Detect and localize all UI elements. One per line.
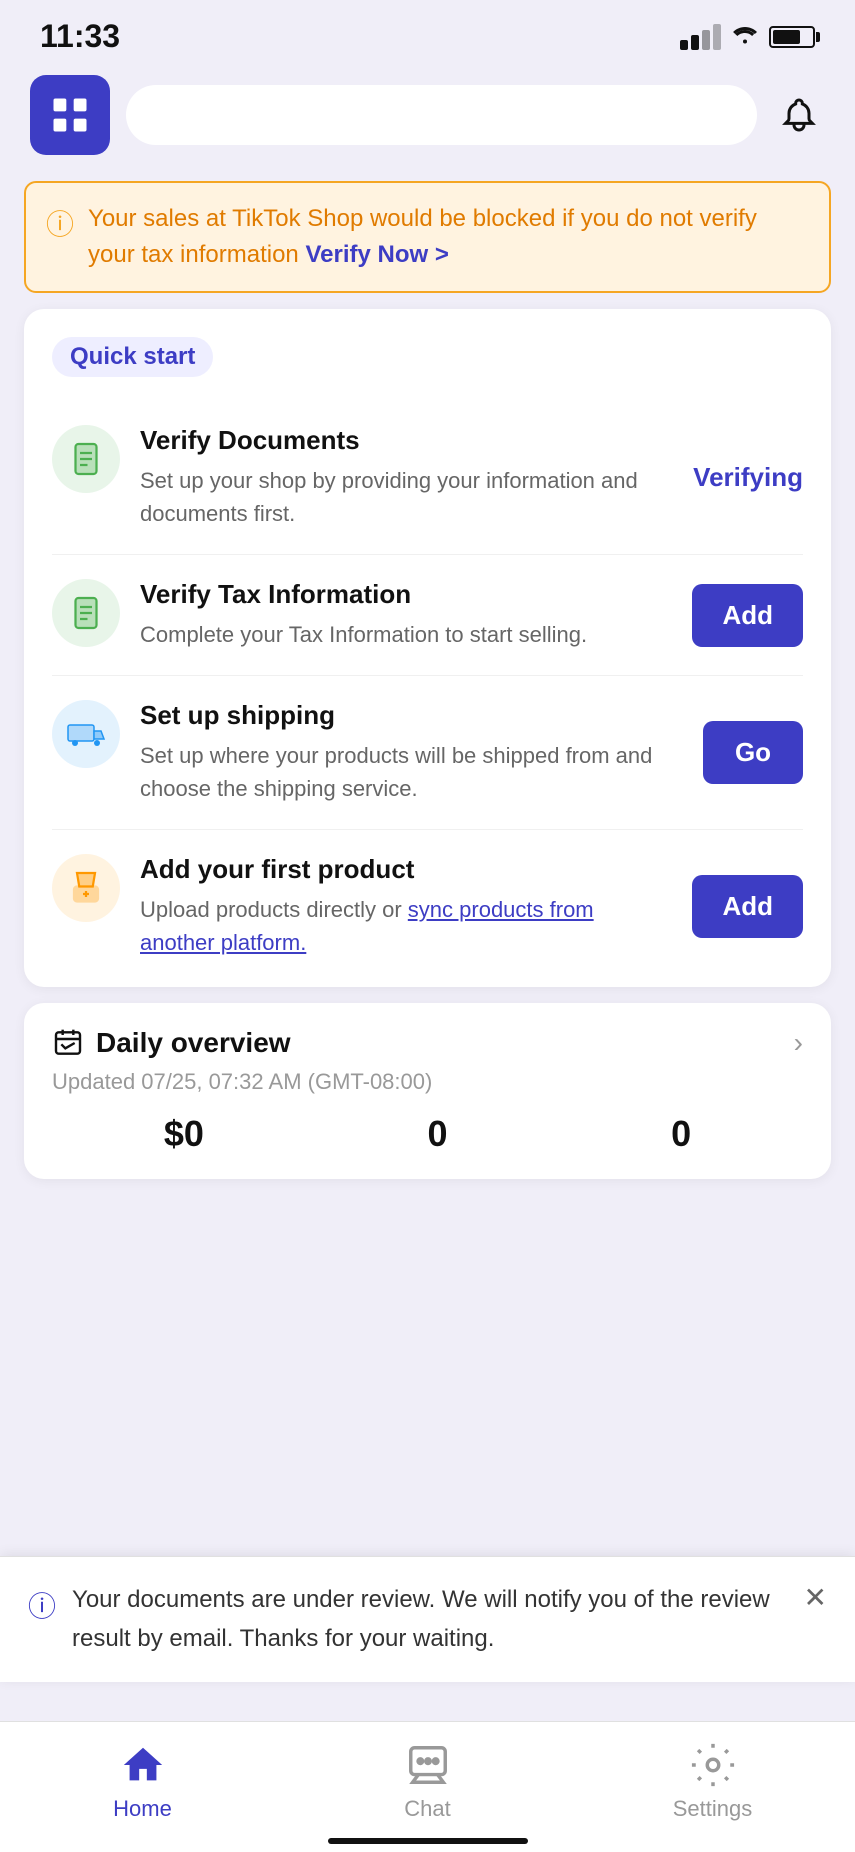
quick-item-verify-tax: Verify Tax Information Complete your Tax…	[52, 555, 803, 676]
status-icons	[680, 22, 815, 51]
add-product-button[interactable]: Add	[692, 875, 803, 938]
close-notification-button[interactable]: ✕	[804, 1581, 827, 1614]
shipping-desc: Set up where your products will be shipp…	[140, 739, 683, 805]
shipping-icon	[52, 700, 120, 768]
status-bar: 11:33	[0, 0, 855, 65]
add-product-action[interactable]: Add	[692, 875, 803, 938]
verify-tax-title: Verify Tax Information	[140, 579, 672, 610]
daily-stat-visitors: 0	[671, 1113, 691, 1155]
daily-stats: $0 0 0	[52, 1113, 803, 1155]
status-time: 11:33	[40, 18, 120, 55]
chevron-right-icon: ›	[794, 1027, 803, 1059]
verify-docs-action: Verifying	[693, 462, 803, 493]
nav-settings[interactable]: Settings	[653, 1742, 773, 1822]
nav-settings-label: Settings	[673, 1796, 753, 1822]
notification-text: Your documents are under review. We will…	[72, 1581, 788, 1658]
tax-warning-banner: ⓘ Your sales at TikTok Shop would be blo…	[24, 181, 831, 293]
verify-tax-desc: Complete your Tax Information to start s…	[140, 618, 672, 651]
shipping-content: Set up shipping Set up where your produc…	[140, 700, 683, 805]
daily-overview-updated: Updated 07/25, 07:32 AM (GMT-08:00)	[52, 1069, 803, 1095]
quick-item-shipping: Set up shipping Set up where your produc…	[52, 676, 803, 830]
daily-overview-title: Daily overview	[52, 1027, 291, 1059]
verify-tax-icon	[52, 579, 120, 647]
bottom-navigation: Home Chat Settings	[0, 1721, 855, 1852]
verify-docs-desc: Set up your shop by providing your infor…	[140, 464, 673, 530]
verify-docs-content: Verify Documents Set up your shop by pro…	[140, 425, 673, 530]
home-indicator	[328, 1838, 528, 1844]
verify-docs-icon	[52, 425, 120, 493]
add-product-desc: Upload products directly or sync product…	[140, 893, 672, 959]
quick-item-verify-docs: Verify Documents Set up your shop by pro…	[52, 401, 803, 555]
daily-stat-revenue: $0	[164, 1113, 204, 1155]
signal-icon	[680, 24, 721, 50]
nav-home-label: Home	[113, 1796, 172, 1822]
verifying-status: Verifying	[693, 462, 803, 492]
app-logo[interactable]	[30, 75, 110, 155]
notification-bell[interactable]	[773, 89, 825, 141]
go-shipping-button[interactable]: Go	[703, 721, 803, 784]
info-icon: ⓘ	[28, 1585, 56, 1625]
verify-now-link[interactable]: Verify Now >	[305, 241, 448, 268]
wifi-icon	[731, 22, 759, 51]
battery-icon	[769, 26, 815, 48]
verify-tax-content: Verify Tax Information Complete your Tax…	[140, 579, 672, 651]
daily-overview-header: Daily overview ›	[52, 1027, 803, 1059]
quick-item-add-product: Add your first product Upload products d…	[52, 830, 803, 959]
warning-icon: ⓘ	[46, 203, 74, 243]
nav-chat-label: Chat	[404, 1796, 450, 1822]
quick-start-label: Quick start	[52, 337, 213, 377]
verify-tax-action[interactable]: Add	[692, 584, 803, 647]
review-notification: ⓘ Your documents are under review. We wi…	[0, 1556, 855, 1682]
add-product-content: Add your first product Upload products d…	[140, 854, 672, 959]
shipping-action[interactable]: Go	[703, 721, 803, 784]
nav-chat[interactable]: Chat	[368, 1742, 488, 1822]
search-bar[interactable]	[126, 85, 757, 145]
header	[0, 65, 855, 171]
add-tax-button[interactable]: Add	[692, 584, 803, 647]
quick-start-card: Quick start Verify Documents Set up your…	[24, 309, 831, 987]
shipping-title: Set up shipping	[140, 700, 683, 731]
warning-text: Your sales at TikTok Shop would be block…	[88, 201, 809, 273]
daily-overview[interactable]: Daily overview › Updated 07/25, 07:32 AM…	[24, 1003, 831, 1179]
verify-docs-title: Verify Documents	[140, 425, 673, 456]
daily-stat-orders: 0	[427, 1113, 447, 1155]
nav-home[interactable]: Home	[83, 1742, 203, 1822]
add-product-title: Add your first product	[140, 854, 672, 885]
add-product-icon	[52, 854, 120, 922]
